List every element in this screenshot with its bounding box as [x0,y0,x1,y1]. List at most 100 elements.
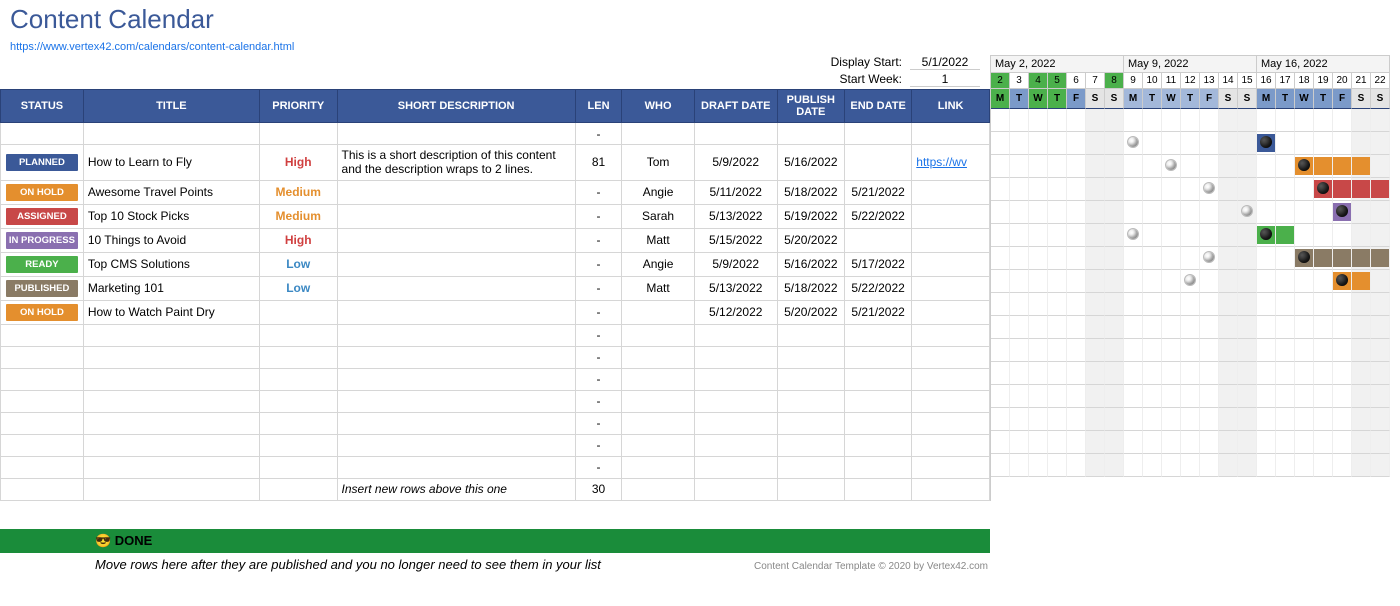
publish-date-cell: 5/20/2022 [777,300,844,324]
draft-marker-icon [1184,274,1196,286]
title-cell [83,390,259,412]
who-cell: Matt [622,276,694,300]
publish-marker-icon [1260,136,1272,148]
table-row[interactable]: - [1,346,990,368]
table-row[interactable]: - [1,456,990,478]
description-cell [337,252,575,276]
end-date-cell: 5/17/2022 [844,252,911,276]
table-row[interactable]: IN PROGRESS10 Things to AvoidHigh-Matt5/… [1,228,990,252]
done-note: Move rows here after they are published … [0,553,601,572]
gantt-bar [1371,180,1389,198]
gantt-row [991,109,1400,132]
table-row[interactable]: ON HOLDHow to Watch Paint Dry-5/12/20225… [1,300,990,324]
draft-date-cell: 5/11/2022 [694,180,777,204]
draft-date-cell [694,412,777,434]
gantt-bar [1333,180,1351,198]
table-row[interactable]: - [1,324,990,346]
publish-marker-icon [1298,251,1310,263]
table-row[interactable]: - [1,412,990,434]
table-row[interactable]: - [1,123,990,145]
gantt-day-num: 10 [1143,73,1162,89]
content-link[interactable]: https://wv [916,155,967,169]
gantt-dow: T [1048,89,1067,109]
publish-date-cell [777,123,844,145]
table-row[interactable]: - [1,390,990,412]
title-cell: 10 Things to Avoid [83,228,259,252]
gantt-day-num: 16 [1257,73,1276,89]
gantt-chart: May 2, 2022May 9, 2022May 16, 2022 23456… [990,55,1400,501]
publish-date-cell [777,456,844,478]
priority-cell [259,300,337,324]
publish-date-cell: 5/16/2022 [777,252,844,276]
publish-date-cell [777,324,844,346]
description-cell [337,204,575,228]
end-date-cell [844,434,911,456]
priority-cell [259,368,337,390]
gantt-day-num: 11 [1162,73,1181,89]
who-cell [622,412,694,434]
who-cell [622,324,694,346]
len-cell: 81 [575,145,622,181]
table-row[interactable]: ON HOLDAwesome Travel PointsMedium-Angie… [1,180,990,204]
gantt-dow: T [1010,89,1029,109]
publish-marker-icon [1298,159,1310,171]
draft-date-cell [694,324,777,346]
description-cell [337,324,575,346]
len-cell: - [575,180,622,204]
priority-cell [259,456,337,478]
draft-marker-icon [1241,205,1253,217]
draft-marker-icon [1127,228,1139,240]
gantt-bar [1314,157,1332,175]
len-cell: - [575,412,622,434]
draft-date-cell [694,390,777,412]
table-row[interactable]: PUBLISHEDMarketing 101Low-Matt5/13/20225… [1,276,990,300]
gantt-row [991,454,1400,477]
title-cell [83,456,259,478]
end-date-cell [844,412,911,434]
gantt-row [991,316,1400,339]
gantt-day-num: 8 [1105,73,1124,89]
end-date-cell [844,123,911,145]
status-badge: ON HOLD [6,184,78,201]
table-row[interactable]: PLANNEDHow to Learn to FlyHighThis is a … [1,145,990,181]
title-cell [83,368,259,390]
gantt-dow: T [1143,89,1162,109]
title-cell: Top 10 Stock Picks [83,204,259,228]
gantt-dow: F [1333,89,1352,109]
draft-marker-icon [1165,159,1177,171]
gantt-row [991,201,1400,224]
header-publish: PUBLISH DATE [777,90,844,123]
source-link[interactable]: https://www.vertex42.com/calendars/conte… [10,41,294,53]
gantt-day-num: 5 [1048,73,1067,89]
who-cell [622,346,694,368]
title-cell [83,434,259,456]
end-date-cell [844,390,911,412]
len-cell: - [575,276,622,300]
gantt-day-num: 22 [1371,73,1390,89]
who-cell [622,478,694,500]
gantt-day-num: 6 [1067,73,1086,89]
table-row[interactable]: - [1,434,990,456]
who-cell [622,300,694,324]
title-cell: How to Watch Paint Dry [83,300,259,324]
gantt-day-num: 13 [1200,73,1219,89]
table-row[interactable]: READYTop CMS SolutionsLow-Angie5/9/20225… [1,252,990,276]
priority-cell: Medium [259,180,337,204]
table-row[interactable]: ASSIGNEDTop 10 Stock PicksMedium-Sarah5/… [1,204,990,228]
publish-date-cell [777,412,844,434]
publish-marker-icon [1336,274,1348,286]
draft-date-cell [694,456,777,478]
gantt-row [991,339,1400,362]
gantt-row [991,132,1400,155]
table-row[interactable]: - [1,368,990,390]
draft-date-cell: 5/9/2022 [694,252,777,276]
header-link: LINK [912,90,990,123]
gantt-bar [1333,157,1351,175]
publish-date-cell: 5/18/2022 [777,180,844,204]
table-row[interactable]: Insert new rows above this one30 [1,478,990,500]
gantt-dow: M [1124,89,1143,109]
publish-date-cell: 5/19/2022 [777,204,844,228]
title-cell [83,123,259,145]
description-cell [337,346,575,368]
end-date-cell [844,346,911,368]
